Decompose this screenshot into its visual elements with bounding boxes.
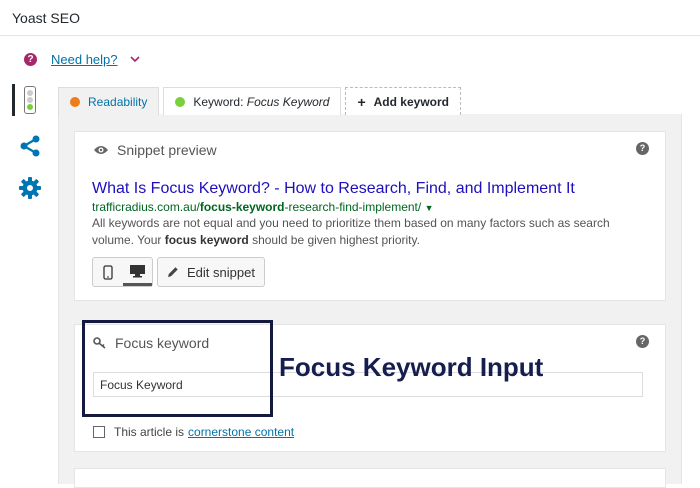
status-dot-orange bbox=[70, 96, 80, 107]
caret-down-icon: ▼ bbox=[424, 203, 434, 213]
snippet-desc-end: should be given highest priority. bbox=[248, 233, 420, 247]
cornerstone-checkbox[interactable] bbox=[93, 426, 105, 438]
help-question-icon[interactable]: ? bbox=[636, 335, 649, 348]
annotation-label: Focus Keyword Input bbox=[279, 352, 544, 382]
tab-label: Readability bbox=[88, 94, 148, 109]
snippet-description[interactable]: All keywords are not equal and you need … bbox=[92, 215, 652, 249]
add-keyword-label: Add keyword bbox=[373, 94, 449, 109]
next-section-card bbox=[74, 468, 666, 488]
device-toggle bbox=[92, 257, 153, 287]
gear-icon bbox=[19, 177, 41, 199]
metabox-title: Yoast SEO bbox=[12, 10, 80, 26]
eye-icon bbox=[94, 146, 108, 154]
desktop-preview-button[interactable] bbox=[122, 258, 152, 286]
edit-snippet-label: Edit snippet bbox=[187, 264, 255, 280]
snippet-title[interactable]: What Is Focus Keyword? - How to Research… bbox=[92, 180, 575, 198]
status-dot-green bbox=[175, 96, 186, 107]
sidebar-item-advanced[interactable] bbox=[14, 172, 46, 204]
mobile-preview-button[interactable] bbox=[93, 258, 123, 286]
desktop-icon bbox=[129, 264, 145, 277]
sidebar-item-social[interactable] bbox=[14, 130, 46, 162]
snippet-url-suffix: -research-find-implement/ bbox=[284, 200, 422, 214]
snippet-desc-bold: focus keyword bbox=[164, 233, 249, 247]
add-keyword-button[interactable]: + Add keyword bbox=[345, 87, 461, 115]
side-nav bbox=[0, 84, 58, 484]
edit-snippet-button[interactable]: Edit snippet bbox=[157, 257, 265, 287]
snippet-heading[interactable]: Snippet preview bbox=[93, 142, 217, 158]
plus-icon: + bbox=[357, 93, 366, 110]
help-circle-icon: ? bbox=[24, 52, 37, 66]
tab-label-prefix: Keyword: bbox=[193, 94, 244, 109]
cornerstone-row: This article is cornerstone content bbox=[93, 425, 294, 439]
snippet-url-prefix: trafficradius.com.au/ bbox=[92, 200, 200, 214]
mobile-icon bbox=[103, 264, 113, 280]
help-row[interactable]: ? Need help? bbox=[24, 50, 140, 68]
sidebar-item-readability[interactable] bbox=[12, 84, 44, 116]
tab-label-keyword: Focus Keyword bbox=[246, 94, 330, 109]
traffic-light-icon bbox=[23, 86, 36, 114]
annotation-highlight-box bbox=[82, 320, 273, 417]
snippet-url-bold: focus-keyword bbox=[199, 200, 285, 214]
pencil-icon bbox=[168, 267, 178, 277]
need-help-link[interactable]: Need help? bbox=[51, 52, 118, 67]
cornerstone-label: This article is bbox=[114, 425, 185, 439]
cornerstone-link[interactable]: cornerstone content bbox=[188, 425, 294, 439]
snippet-url[interactable]: trafficradius.com.au/focus-keyword-resea… bbox=[92, 200, 434, 214]
metabox-header: Yoast SEO bbox=[0, 0, 700, 36]
tab-readability[interactable]: Readability bbox=[58, 87, 160, 115]
snippet-preview-card: Snippet preview ? What Is Focus Keyword?… bbox=[74, 131, 666, 301]
chevron-down-icon[interactable] bbox=[129, 52, 140, 66]
tab-keyword[interactable]: Keyword: Focus Keyword bbox=[163, 87, 342, 115]
keyword-tabs: Readability Keyword: Focus Keyword + Add… bbox=[58, 87, 465, 115]
share-icon bbox=[20, 135, 40, 157]
snippet-heading-label: Snippet preview bbox=[117, 142, 217, 158]
help-question-icon[interactable]: ? bbox=[636, 142, 649, 155]
